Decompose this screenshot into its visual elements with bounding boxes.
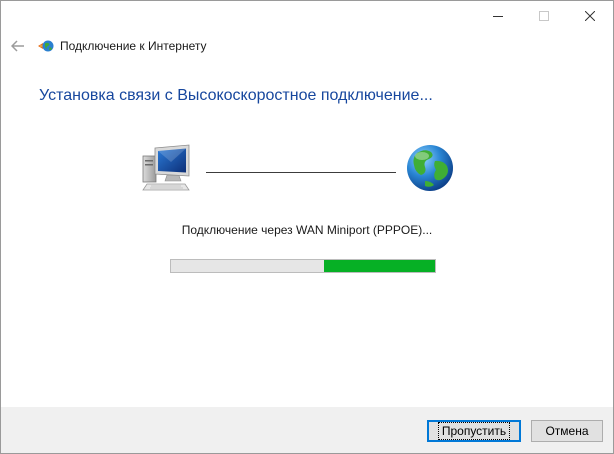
skip-button[interactable]: Пропустить <box>427 420 521 442</box>
close-icon <box>585 11 595 21</box>
computer-icon <box>142 144 190 191</box>
window-title: Подключение к Интернету <box>60 39 207 53</box>
globe-icon <box>407 145 453 191</box>
dialog-footer: Пропустить Отмена <box>1 407 613 453</box>
connection-line <box>206 172 396 173</box>
window-controls <box>475 1 613 31</box>
progress-bar <box>170 259 436 273</box>
back-button[interactable] <box>9 38 27 54</box>
close-button[interactable] <box>567 1 613 31</box>
minimize-button[interactable] <box>475 1 521 31</box>
connection-dialog: Подключение к Интернету Установка связи … <box>0 0 614 454</box>
maximize-icon <box>539 11 549 21</box>
back-arrow-icon <box>11 40 24 52</box>
cancel-button[interactable]: Отмена <box>531 420 603 442</box>
maximize-button[interactable] <box>521 1 567 31</box>
minimize-icon <box>493 16 503 17</box>
progress-fill <box>324 260 435 272</box>
page-heading: Установка связи с Высокоскоростное подкл… <box>39 87 433 104</box>
status-text: Подключение через WAN Miniport (PPPOE)..… <box>181 223 433 237</box>
skip-button-label: Пропустить <box>437 422 511 440</box>
internet-connection-icon <box>38 40 54 52</box>
